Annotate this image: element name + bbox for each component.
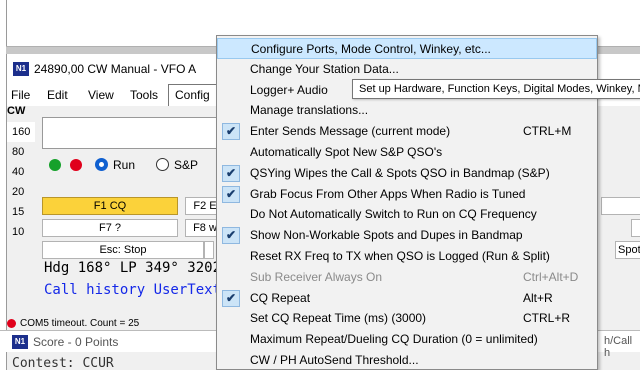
call-history: Call history UserText	[44, 282, 222, 298]
mode-label: CW	[7, 105, 26, 117]
config-menu-item[interactable]: ✔ CQ Repeat Alt+R	[217, 288, 597, 309]
config-menu-item[interactable]: Do Not Automatically Switch to Run on CQ…	[217, 204, 597, 225]
menu-config[interactable]: Config	[168, 84, 217, 106]
sp-label: S&P	[174, 158, 199, 172]
app-icon: N1	[13, 62, 29, 76]
band-40[interactable]: 40	[7, 162, 35, 182]
band-15[interactable]: 15	[7, 202, 35, 222]
checkmark-icon: ✔	[222, 164, 240, 182]
config-menu-item-label: Change Your Station Data...	[250, 61, 399, 76]
config-menu-item[interactable]: Change Your Station Data...	[217, 59, 597, 80]
config-menu-item-shortcut: Alt+R	[523, 290, 553, 305]
window-title: 24890,00 CW Manual - VFO A	[34, 62, 197, 76]
contest-line: Contest: CCUR	[12, 356, 114, 370]
call-history-window-title: h/Call h	[604, 335, 633, 359]
callsign-input[interactable]	[42, 117, 222, 149]
config-menu-item[interactable]: Set CQ Repeat Time (ms) (3000) CTRL+R	[217, 308, 597, 329]
config-menu-item: Sub Receiver Always On Ctrl+Alt+D	[217, 267, 597, 288]
config-menu-item-label: Grab Focus From Other Apps When Radio is…	[250, 186, 526, 201]
config-menu-item-label: Maximum Repeat/Dueling CQ Duration (0 = …	[250, 332, 538, 347]
config-menu-item-label: Show Non-Workable Spots and Dupes in Ban…	[250, 228, 523, 243]
com-status-text: COM5 timeout. Count = 25	[20, 318, 140, 329]
checkmark-icon: ✔	[222, 227, 240, 245]
f1-cq-button[interactable]: F1 CQ	[42, 197, 178, 215]
config-menu-item[interactable]: Automatically Spot New S&P QSO's	[217, 142, 597, 163]
config-menu-item[interactable]: Manage translations...	[217, 100, 597, 121]
status-red-icon	[70, 159, 82, 171]
config-menu-item-label: Manage translations...	[250, 103, 369, 118]
config-menu-item-label: Configure Ports, Mode Control, Winkey, e…	[251, 42, 491, 56]
checkmark-icon: ✔	[222, 123, 240, 141]
config-menu-item-shortcut: CTRL+M	[523, 124, 572, 139]
config-menu-item-label: Logger+ Audio	[250, 82, 328, 97]
config-menu-item-label: Enter Sends Message (current mode)	[250, 124, 451, 139]
config-menu-item[interactable]: CW / PH AutoSend Threshold...	[217, 350, 597, 370]
fkey-right-1[interactable]	[601, 197, 640, 215]
config-menu-item-label: Do Not Automatically Switch to Run on CQ…	[250, 207, 537, 222]
band-20[interactable]: 20	[7, 182, 35, 202]
config-menu-item[interactable]: Maximum Repeat/Dueling CQ Duration (0 = …	[217, 329, 597, 350]
tooltip: Set up Hardware, Function Keys, Digital …	[352, 79, 640, 99]
config-menu-item[interactable]: ✔ Show Non-Workable Spots and Dupes in Ba…	[217, 225, 597, 246]
checkmark-icon: ✔	[222, 289, 240, 307]
checkmark-icon: ✔	[222, 185, 240, 203]
status-green-icon	[49, 159, 61, 171]
config-menu-item-label: CQ Repeat	[250, 290, 311, 305]
fkey-right-2[interactable]	[631, 219, 640, 237]
score-app-icon: N1	[12, 335, 28, 349]
menu-edit[interactable]: Edit	[47, 88, 68, 102]
spot-button[interactable]: Spot	[615, 241, 640, 259]
f7-button[interactable]: F7 ?	[42, 219, 178, 237]
fkey-stub[interactable]	[204, 241, 214, 259]
config-menu-item[interactable]: ✔ Enter Sends Message (current mode) CTRL+…	[217, 121, 597, 142]
config-menu-item-label: Set CQ Repeat Time (ms) (3000)	[250, 311, 427, 326]
config-menu-item-shortcut: CTRL+R	[523, 311, 571, 326]
config-menu-item-label: CW / PH AutoSend Threshold...	[250, 353, 419, 367]
band-160[interactable]: 160	[7, 122, 35, 142]
config-menu-item[interactable]: ✔ QSYing Wipes the Call & Spots QSO in Ba…	[217, 163, 597, 184]
band-80[interactable]: 80	[7, 142, 35, 162]
run-radio[interactable]	[95, 158, 108, 171]
menu-file[interactable]: File	[11, 88, 30, 102]
heading-info: Hdg 168° LP 349° 3202	[44, 260, 222, 276]
menu-view[interactable]: View	[88, 88, 114, 102]
config-menu-item[interactable]: Configure Ports, Mode Control, Winkey, e…	[217, 38, 597, 59]
config-menu-item-label: Reset RX Freq to TX when QSO is Logged (…	[250, 249, 550, 263]
score-title-text: Score - 0 Points	[33, 335, 119, 349]
sp-radio[interactable]	[156, 158, 169, 171]
config-menu-item[interactable]: ✔ Grab Focus From Other Apps When Radio i…	[217, 184, 597, 205]
menu-tools[interactable]: Tools	[130, 88, 158, 102]
com-error-icon	[7, 319, 16, 328]
band-10[interactable]: 10	[7, 222, 35, 242]
config-menu-item-label: Sub Receiver Always On	[250, 269, 383, 284]
config-menu-item-label: Automatically Spot New S&P QSO's	[250, 145, 443, 159]
status-row: Run S&P 32	[44, 155, 246, 175]
run-label: Run	[113, 158, 136, 172]
band-list: 160 80 40 20 15 10	[7, 122, 35, 242]
config-menu-item-shortcut: Ctrl+Alt+D	[523, 269, 579, 284]
config-menu-item-label: QSYing Wipes the Call & Spots QSO in Ban…	[250, 165, 550, 180]
config-menu-item[interactable]: Reset RX Freq to TX when QSO is Logged (…	[217, 246, 597, 267]
divider-line	[6, 0, 7, 50]
esc-stop-button[interactable]: Esc: Stop	[42, 241, 204, 259]
